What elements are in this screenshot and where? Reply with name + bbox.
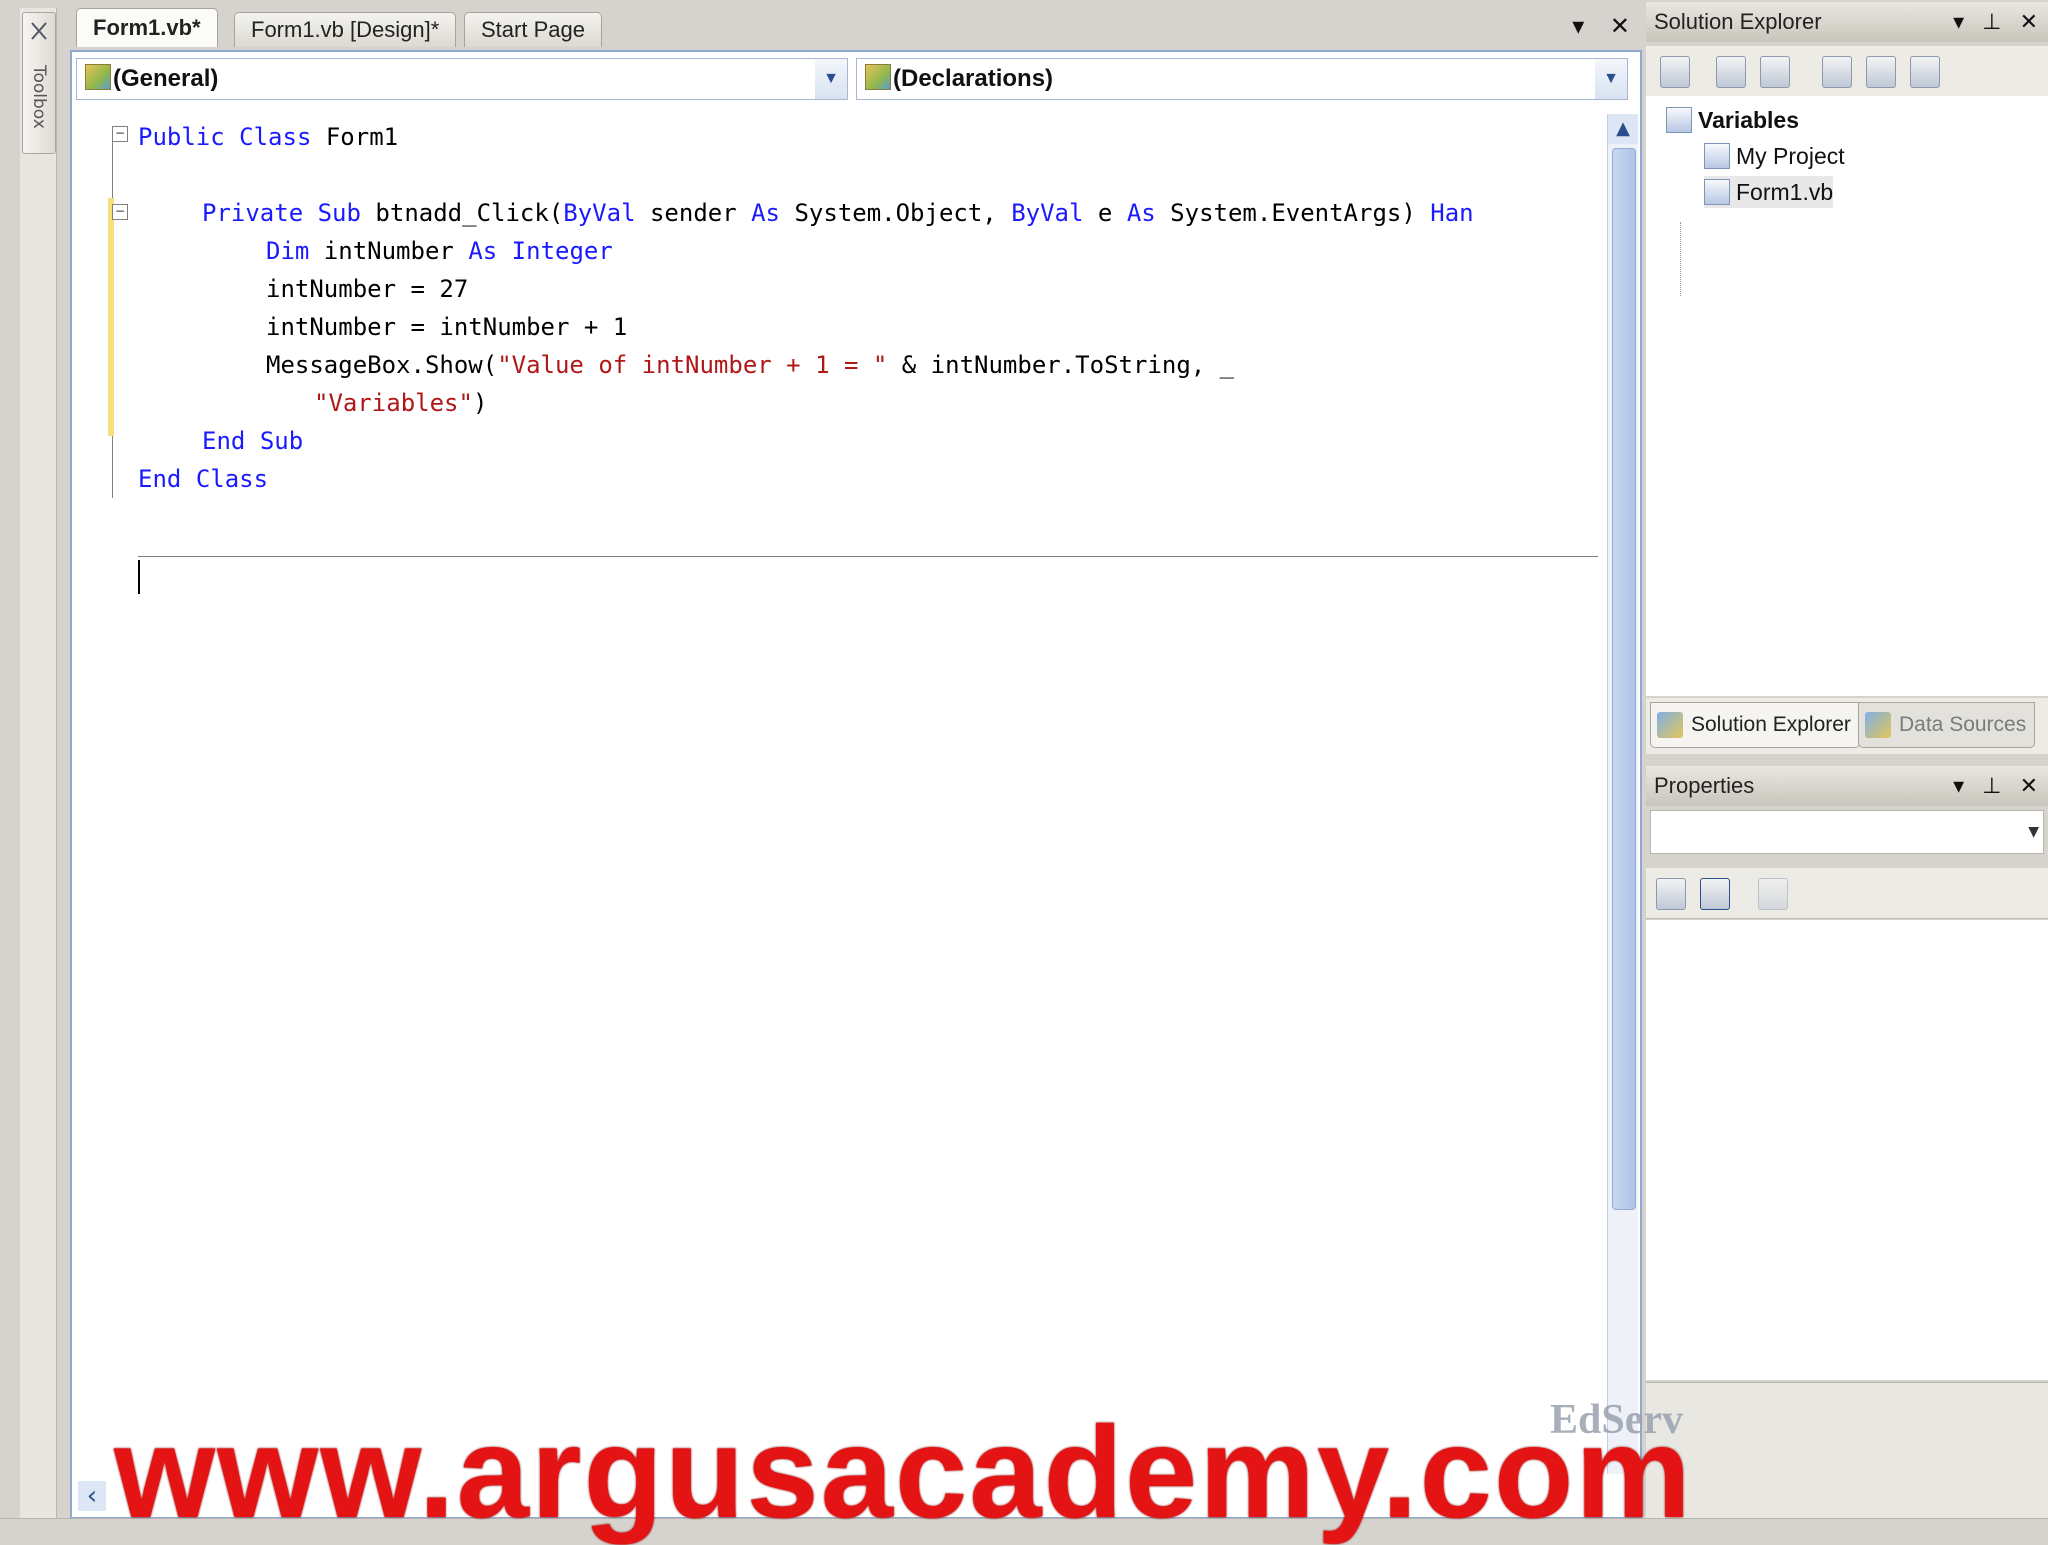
scroll-up-icon[interactable]: ▲ <box>1608 114 1638 144</box>
collapse-class-icon[interactable]: − <box>112 126 128 142</box>
code-line-1: Public Class Form1 <box>138 123 399 151</box>
pin-icon[interactable]: ⊥ <box>1982 773 2001 798</box>
scroll-left-icon[interactable]: ‹ <box>78 1481 106 1511</box>
solution-explorer-title: Solution Explorer <box>1654 9 1822 34</box>
tab-start-page[interactable]: Start Page <box>464 12 602 47</box>
properties-title: Properties <box>1654 773 1755 798</box>
view-code-icon[interactable] <box>1822 56 1852 88</box>
code-line-6: intNumber = intNumber + 1 <box>266 313 628 341</box>
categorized-icon[interactable] <box>1656 878 1686 910</box>
code-line-3: Private Sub btnadd_Click(ByVal sender As… <box>202 199 1474 227</box>
right-dock: Solution Explorer ▾ ⊥ ✕ Variables My Pro… <box>1646 0 2048 1537</box>
properties-toolbar <box>1646 868 2048 919</box>
pin-icon[interactable]: ⊥ <box>1982 9 2001 34</box>
code-editor: (General) ▼ (Declarations) ▼ − − Public … <box>70 50 1642 1519</box>
vb-project-icon <box>1666 107 1692 133</box>
panel-controls: ▾ ⊥ ✕ <box>1941 2 2038 42</box>
data-sources-icon <box>1865 712 1891 738</box>
tree-item-my-project[interactable]: My Project <box>1704 140 1845 172</box>
tab-form1-design[interactable]: Form1.vb [Design]* <box>234 12 457 47</box>
code-line-7: MessageBox.Show("Value of intNumber + 1 … <box>266 351 1235 379</box>
view-designer-icon[interactable] <box>1866 56 1896 88</box>
code-line-5: intNumber = 27 <box>266 275 469 303</box>
solution-explorer-title-bar: Solution Explorer ▾ ⊥ ✕ <box>1646 2 2048 42</box>
chevron-down-icon[interactable]: ▼ <box>2028 811 2039 853</box>
refresh-icon[interactable] <box>1760 56 1790 88</box>
changed-lines-marker <box>108 198 114 436</box>
tab-list-dropdown-icon[interactable]: ▾ <box>1572 12 1584 40</box>
tree-item-form1-vb[interactable]: Form1.vb <box>1704 176 1834 208</box>
my-project-icon <box>1704 143 1730 169</box>
properties-title-bar: Properties ▾ ⊥ ✕ <box>1646 766 2048 806</box>
class-diagram-icon[interactable] <box>1910 56 1940 88</box>
tree-item-variables[interactable]: Variables <box>1666 104 1799 136</box>
close-panel-icon[interactable]: ✕ <box>2020 773 2038 798</box>
document-tab-strip: Form1.vb* Form1.vb [Design]* Start Page … <box>70 8 1630 48</box>
window-position-dropdown-icon[interactable]: ▾ <box>1953 9 1964 34</box>
general-icon <box>85 64 111 90</box>
tab-form1-vb[interactable]: Form1.vb* <box>76 8 218 47</box>
scroll-thumb[interactable] <box>1612 148 1636 1210</box>
tab-data-sources[interactable]: Data Sources <box>1858 702 2036 748</box>
method-combo-value: (Declarations) <box>893 65 1054 92</box>
method-name-combo[interactable]: (Declarations) ▼ <box>856 58 1628 100</box>
current-line-separator <box>138 556 1598 557</box>
property-pages-icon[interactable] <box>1758 878 1788 910</box>
explorer-bottom-tabs: Solution Explorer Data Sources <box>1646 698 2048 754</box>
solution-explorer-toolbar <box>1646 46 2048 97</box>
code-line-4: Dim intNumber As Integer <box>266 237 613 265</box>
form-file-icon <box>1704 179 1730 205</box>
close-panel-icon[interactable]: ✕ <box>2020 9 2038 34</box>
toolbox-strip: Toolbox <box>20 8 57 1518</box>
watermark-text: www.argusacademy.com <box>114 1399 1693 1545</box>
solution-explorer-icon <box>1657 712 1683 738</box>
class-combo-value: (General) <box>113 65 219 92</box>
chevron-down-icon[interactable]: ▼ <box>1595 59 1627 99</box>
show-all-files-icon[interactable] <box>1716 56 1746 88</box>
code-line-10: End Class <box>138 465 269 493</box>
solution-tree: Variables My Project Form1.vb <box>1646 96 2048 696</box>
collapse-sub-icon[interactable]: − <box>112 204 128 220</box>
object-selector[interactable]: ▼ <box>1650 810 2044 854</box>
class-name-combo[interactable]: (General) ▼ <box>76 58 848 100</box>
tab-controls: ▾ ✕ <box>1554 12 1630 40</box>
close-document-icon[interactable]: ✕ <box>1610 12 1630 40</box>
declarations-icon <box>865 64 891 90</box>
properties-icon[interactable] <box>1660 56 1690 88</box>
window-position-dropdown-icon[interactable]: ▾ <box>1953 773 1964 798</box>
code-line-8: "Variables") <box>314 389 488 417</box>
text-caret <box>138 560 140 594</box>
vertical-scrollbar[interactable]: ▲ <box>1607 114 1638 1474</box>
code-line-9: End Sub <box>202 427 304 455</box>
toolbox-icon <box>31 22 47 40</box>
toolbox-label: Toolbox <box>29 65 49 129</box>
chevron-down-icon[interactable]: ▼ <box>815 59 847 99</box>
tab-solution-explorer[interactable]: Solution Explorer <box>1650 702 1860 748</box>
code-text-area[interactable]: − − Public Class Form1 Private Sub btnad… <box>72 108 1600 1476</box>
tree-connector <box>1680 222 1682 296</box>
toolbox-tab[interactable]: Toolbox <box>22 12 56 154</box>
panel-controls: ▾ ⊥ ✕ <box>1941 766 2038 806</box>
alphabetical-icon[interactable] <box>1700 878 1730 910</box>
property-grid[interactable] <box>1646 920 2048 1380</box>
